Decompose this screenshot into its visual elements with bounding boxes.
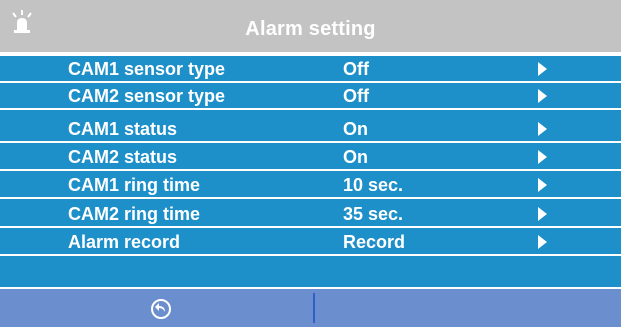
- chevron-right-icon[interactable]: [536, 206, 548, 222]
- setting-label: CAM2 ring time: [68, 204, 201, 224]
- chevron-right-icon[interactable]: [536, 149, 548, 165]
- chevron-right-icon[interactable]: [536, 88, 548, 104]
- chevron-right-icon[interactable]: [536, 234, 548, 250]
- setting-value[interactable]: On: [343, 147, 368, 168]
- setting-label: CAM1 status: [68, 119, 178, 139]
- setting-value[interactable]: Off: [343, 59, 369, 80]
- setting-value[interactable]: Off: [343, 86, 369, 107]
- setting-row-alarm-record[interactable]: Alarm record Record: [0, 229, 621, 256]
- setting-label: CAM1 sensor type: [68, 59, 226, 79]
- page-title: Alarm setting: [245, 18, 376, 40]
- setting-row-cam1-ring-time[interactable]: CAM1 ring time 10 sec.: [0, 172, 621, 199]
- chevron-right-icon[interactable]: [536, 61, 548, 77]
- setting-value[interactable]: On: [343, 119, 368, 140]
- setting-label: CAM2 sensor type: [68, 86, 226, 106]
- back-circle-icon[interactable]: [150, 298, 172, 320]
- setting-row-cam2-status[interactable]: CAM2 status On: [0, 144, 621, 171]
- footer-bar: [0, 289, 621, 327]
- setting-value[interactable]: Record: [343, 232, 405, 253]
- setting-value[interactable]: 35 sec.: [343, 204, 403, 225]
- setting-row-cam2-ring-time[interactable]: CAM2 ring time 35 sec.: [0, 201, 621, 228]
- setting-label: CAM2 status: [68, 147, 178, 167]
- chevron-right-icon[interactable]: [536, 177, 548, 193]
- chevron-right-icon[interactable]: [536, 121, 548, 137]
- setting-row-cam1-status[interactable]: CAM1 status On: [0, 116, 621, 143]
- setting-row-cam2-sensor-type[interactable]: CAM2 sensor type Off: [0, 83, 621, 110]
- footer-divider: [313, 293, 315, 323]
- setting-value[interactable]: 10 sec.: [343, 175, 403, 196]
- header-bar: Alarm setting: [0, 0, 621, 53]
- settings-list: CAM1 sensor type Off CAM2 sensor type Of…: [0, 56, 621, 287]
- setting-label: CAM1 ring time: [68, 175, 201, 195]
- setting-label: Alarm record: [68, 232, 181, 252]
- setting-row-cam1-sensor-type[interactable]: CAM1 sensor type Off: [0, 56, 621, 83]
